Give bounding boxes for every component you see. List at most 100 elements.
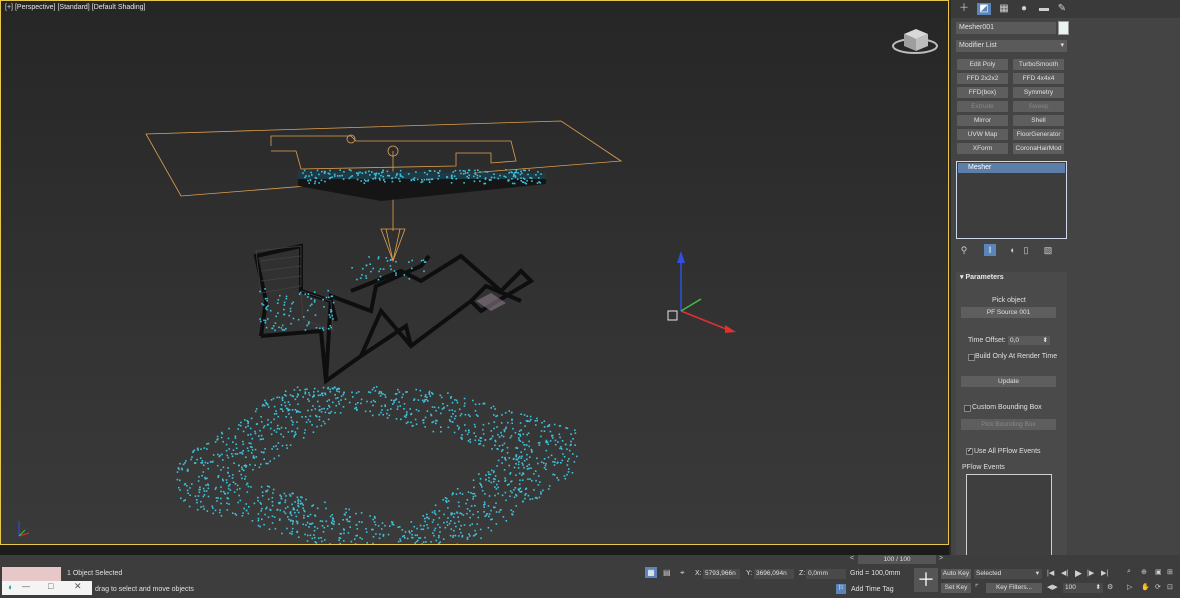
modifier-button-floorgenerator[interactable]: FloorGenerator: [1013, 129, 1064, 140]
particle: [309, 523, 311, 525]
particle: [504, 412, 507, 414]
zoom-icon[interactable]: ⌕: [1127, 568, 1131, 576]
time-offset-spinner[interactable]: 0,0 ⬍: [1008, 336, 1050, 345]
motion-icon[interactable]: ●: [1017, 3, 1031, 15]
auto-key-button[interactable]: Auto Key: [941, 569, 971, 579]
modifier-button-ffd-box[interactable]: FFD(box): [957, 87, 1008, 98]
particle: [352, 396, 354, 398]
maxscript-listener-field[interactable]: [2, 567, 61, 581]
particle: [214, 488, 217, 490]
object-name-field[interactable]: Mesher001: [956, 22, 1056, 34]
timeline-strip[interactable]: [0, 545, 949, 555]
modifier-button-sweep[interactable]: Sweep: [1013, 101, 1064, 112]
hierarchy-icon[interactable]: ▦: [997, 3, 1011, 15]
utilities-icon[interactable]: ✎: [1055, 3, 1069, 15]
z-coordinate-field[interactable]: 0,0mm: [806, 569, 846, 579]
update-button[interactable]: Update: [961, 376, 1056, 387]
particle: [243, 507, 245, 510]
modifier-button-ffd-4x4x4[interactable]: FFD 4x4x4: [1013, 73, 1064, 84]
zoom-extents-icon[interactable]: ▣: [1155, 568, 1162, 576]
show-end-result-icon[interactable]: I: [984, 244, 996, 256]
modifier-button-shell[interactable]: Shell: [1013, 115, 1064, 126]
selection-set-dropdown[interactable]: Selected ▾: [974, 569, 1042, 579]
transform-gizmo[interactable]: [667, 251, 736, 333]
perspective-viewport[interactable]: [+] [Perspective] [Standard] [Default Shadi…: [0, 0, 949, 545]
time-slider-next-icon[interactable]: >: [939, 555, 943, 562]
minimize-icon[interactable]: —: [22, 582, 30, 591]
time-config-icon[interactable]: ⚙: [1107, 583, 1113, 591]
object-color-swatch[interactable]: [1058, 21, 1069, 35]
modifier-stack[interactable]: Mesher: [956, 161, 1067, 239]
field-of-view-icon[interactable]: ▷: [1127, 583, 1132, 591]
zoom-all-icon[interactable]: ⊕: [1141, 568, 1147, 576]
particle: [459, 414, 462, 417]
modifier-button-extrude[interactable]: Extrude: [957, 101, 1008, 112]
particle: [503, 429, 505, 431]
orbit-icon[interactable]: ⟳: [1155, 583, 1161, 591]
particle: [397, 388, 399, 391]
modifier-button-uvw-map[interactable]: UVW Map: [957, 129, 1008, 140]
x-coordinate-field[interactable]: 5793,966n: [703, 569, 740, 579]
key-filters-button[interactable]: Key Filters...: [986, 583, 1042, 593]
modifier-button-xform[interactable]: XForm: [957, 143, 1008, 154]
modifier-button-symmetry[interactable]: Symmetry: [1013, 87, 1064, 98]
prev-frame-icon[interactable]: ◀|: [1061, 569, 1068, 577]
restore-icon[interactable]: □: [48, 581, 53, 591]
selection-lock-icon[interactable]: ▦: [645, 567, 657, 578]
absolute-mode-icon[interactable]: ⌖: [680, 568, 685, 578]
pick-object-button[interactable]: PF Source 001: [961, 307, 1056, 318]
make-unique-icon[interactable]: ◖: [1006, 244, 1018, 256]
particle: [398, 177, 400, 180]
pick-bounding-box-button[interactable]: Pick Bounding Box: [961, 419, 1056, 430]
zoom-extents-all-icon[interactable]: ⊞: [1167, 568, 1173, 576]
scene-canvas[interactable]: [1, 1, 949, 545]
goto-start-icon[interactable]: |◀: [1047, 569, 1054, 577]
modifier-button-coronahairmod[interactable]: CoronaHairMod: [1013, 143, 1064, 154]
current-frame-field[interactable]: 100 ⬍: [1063, 583, 1103, 593]
create-icon[interactable]: ＋: [957, 3, 971, 15]
parameters-rollout-header[interactable]: ▾ Parameters: [956, 272, 1067, 284]
set-key-button[interactable]: Set Key: [941, 583, 971, 593]
maximize-viewport-icon[interactable]: ⊡: [1167, 583, 1173, 591]
particle: [272, 488, 275, 491]
particle: [191, 456, 193, 458]
goto-end-icon[interactable]: ▶|: [1101, 569, 1108, 577]
particle: [254, 464, 256, 466]
pin-stack-icon[interactable]: ⚲: [958, 244, 970, 256]
time-slider[interactable]: 100 / 100: [858, 555, 936, 564]
set-key-big-icon[interactable]: ＋: [914, 568, 938, 592]
use-all-pflow-checkbox[interactable]: ✓: [966, 448, 973, 455]
next-frame-icon[interactable]: |▶: [1087, 569, 1094, 577]
modifier-button-turbosmooth[interactable]: TurboSmooth: [1013, 59, 1064, 70]
modifier-button-edit-poly[interactable]: Edit Poly: [957, 59, 1008, 70]
time-slider-prev-icon[interactable]: <: [850, 555, 854, 562]
pflow-events-list[interactable]: [966, 474, 1052, 558]
particle: [303, 517, 305, 519]
pan-icon[interactable]: ✋: [1141, 583, 1150, 591]
y-coordinate-field[interactable]: 3696,094n: [754, 569, 794, 579]
particle: [399, 538, 401, 540]
particle: [322, 329, 325, 331]
stack-item-mesher[interactable]: Mesher: [958, 163, 1065, 173]
viewcube-icon[interactable]: [892, 29, 938, 54]
particle: [334, 411, 336, 414]
display-icon[interactable]: ▬: [1037, 3, 1051, 15]
modifier-button-ffd-2x2x2[interactable]: FFD 2x2x2: [957, 73, 1008, 84]
particle: [327, 525, 329, 527]
modifier-button-mirror[interactable]: Mirror: [957, 115, 1008, 126]
custom-bounding-box-checkbox[interactable]: [964, 405, 971, 412]
play-icon[interactable]: ▶: [1075, 568, 1082, 579]
isolate-icon[interactable]: ▤: [663, 568, 671, 577]
key-mode-toggle-icon[interactable]: ◀▶: [1047, 583, 1058, 591]
key-mode-icon[interactable]: ⌜: [975, 583, 979, 592]
modify-icon[interactable]: ◩: [977, 3, 991, 15]
configure-sets-icon[interactable]: ▧: [1042, 244, 1054, 256]
modifier-list-dropdown[interactable]: Modifier List ▾: [956, 40, 1067, 52]
particle: [217, 476, 219, 478]
build-only-checkbox[interactable]: [968, 354, 975, 361]
particle: [549, 430, 552, 433]
close-icon[interactable]: ✕: [74, 581, 82, 592]
remove-modifier-icon[interactable]: ▯: [1020, 244, 1032, 256]
particle: [298, 293, 301, 296]
add-time-tag-button[interactable]: Add Time Tag: [851, 586, 894, 593]
